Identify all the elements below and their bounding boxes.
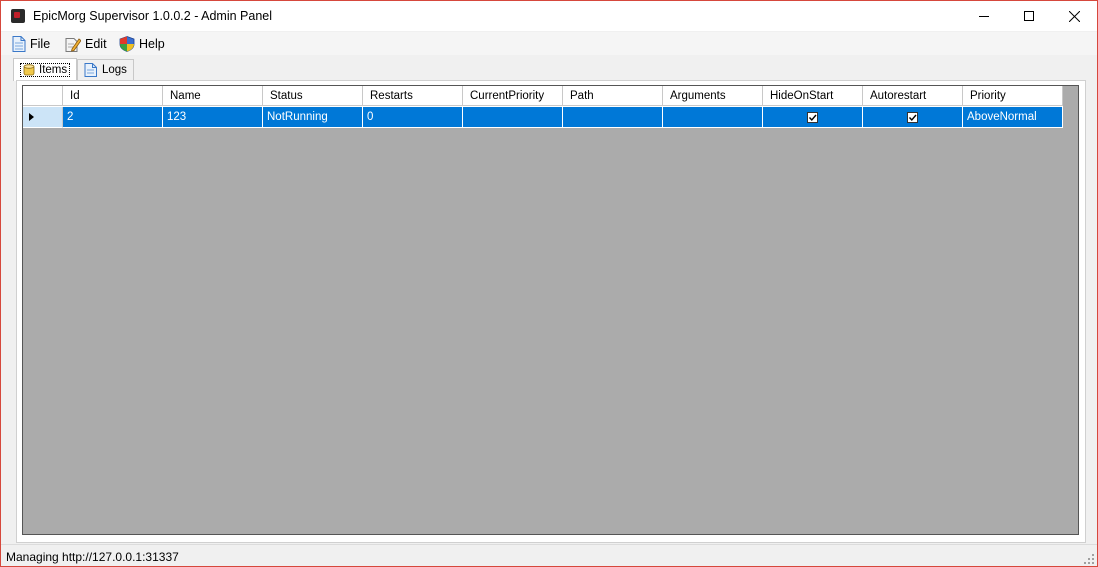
column-header-id[interactable]: Id <box>63 86 163 106</box>
minimize-icon <box>979 16 989 17</box>
grid-header: Id Name Status Restarts CurrentPriority … <box>23 86 1063 107</box>
menu-file[interactable]: File <box>12 35 50 53</box>
window-title: EpicMorg Supervisor 1.0.0.2 - Admin Pane… <box>33 9 273 23</box>
tab-items[interactable]: Items <box>13 58 78 81</box>
current-row-arrow-icon <box>29 113 34 121</box>
maximize-button[interactable] <box>1006 1 1052 31</box>
autorestart-checkbox[interactable] <box>907 111 918 123</box>
cell-id[interactable]: 2 <box>63 107 163 128</box>
app-icon <box>11 9 25 23</box>
status-bar: Managing http://127.0.0.1:31337 <box>1 544 1097 566</box>
document-icon <box>84 63 97 77</box>
menu-edit[interactable]: Edit <box>65 35 107 53</box>
row-header[interactable] <box>23 107 63 128</box>
checkmark-icon <box>908 114 917 121</box>
menu-bar: File Edit Help <box>1 32 1097 55</box>
edit-icon <box>65 38 81 52</box>
items-grid[interactable]: Id Name Status Restarts CurrentPriority … <box>22 85 1079 535</box>
cell-restarts[interactable]: 0 <box>363 107 463 128</box>
menu-edit-label: Edit <box>85 37 107 51</box>
title-bar: EpicMorg Supervisor 1.0.0.2 - Admin Pane… <box>1 1 1097 31</box>
cell-autorestart[interactable] <box>863 107 963 128</box>
column-header-autorestart[interactable]: Autorestart <box>863 86 963 106</box>
menu-help-label: Help <box>139 37 165 51</box>
resize-grip-icon[interactable] <box>1084 554 1094 564</box>
column-header-current-priority[interactable]: CurrentPriority <box>463 86 563 106</box>
document-icon <box>12 36 26 52</box>
column-header-name[interactable]: Name <box>163 86 263 106</box>
menu-help[interactable]: Help <box>119 35 165 53</box>
grid-corner-header[interactable] <box>23 86 63 106</box>
close-button[interactable] <box>1051 1 1097 31</box>
cell-arguments[interactable] <box>663 107 763 128</box>
status-text: Managing http://127.0.0.1:31337 <box>6 550 179 564</box>
hide-on-start-checkbox[interactable] <box>807 111 818 123</box>
cell-current-priority[interactable] <box>463 107 563 128</box>
column-header-hide-on-start[interactable]: HideOnStart <box>763 86 863 106</box>
main-window: EpicMorg Supervisor 1.0.0.2 - Admin Pane… <box>0 0 1098 567</box>
cell-hide-on-start[interactable] <box>763 107 863 128</box>
close-icon <box>1068 10 1080 22</box>
tab-logs[interactable]: Logs <box>77 59 134 80</box>
cell-status[interactable]: NotRunning <box>263 107 363 128</box>
tab-logs-label: Logs <box>102 64 127 76</box>
column-header-status[interactable]: Status <box>263 86 363 106</box>
shield-icon <box>119 36 135 52</box>
tab-items-focus: Items <box>20 63 71 77</box>
column-header-priority[interactable]: Priority <box>963 86 1063 106</box>
maximize-icon <box>1024 11 1034 21</box>
column-header-restarts[interactable]: Restarts <box>363 86 463 106</box>
menu-file-label: File <box>30 37 51 51</box>
database-icon <box>23 64 35 76</box>
minimize-button[interactable] <box>961 1 1007 31</box>
cell-priority[interactable]: AboveNormal <box>963 107 1063 128</box>
checkmark-icon <box>808 114 817 121</box>
cell-path[interactable] <box>563 107 663 128</box>
column-header-path[interactable]: Path <box>563 86 663 106</box>
tab-items-label: Items <box>39 64 68 76</box>
column-header-arguments[interactable]: Arguments <box>663 86 763 106</box>
cell-name[interactable]: 123 <box>163 107 263 128</box>
table-row[interactable]: 2 123 NotRunning 0 AboveNormal <box>23 107 1063 128</box>
